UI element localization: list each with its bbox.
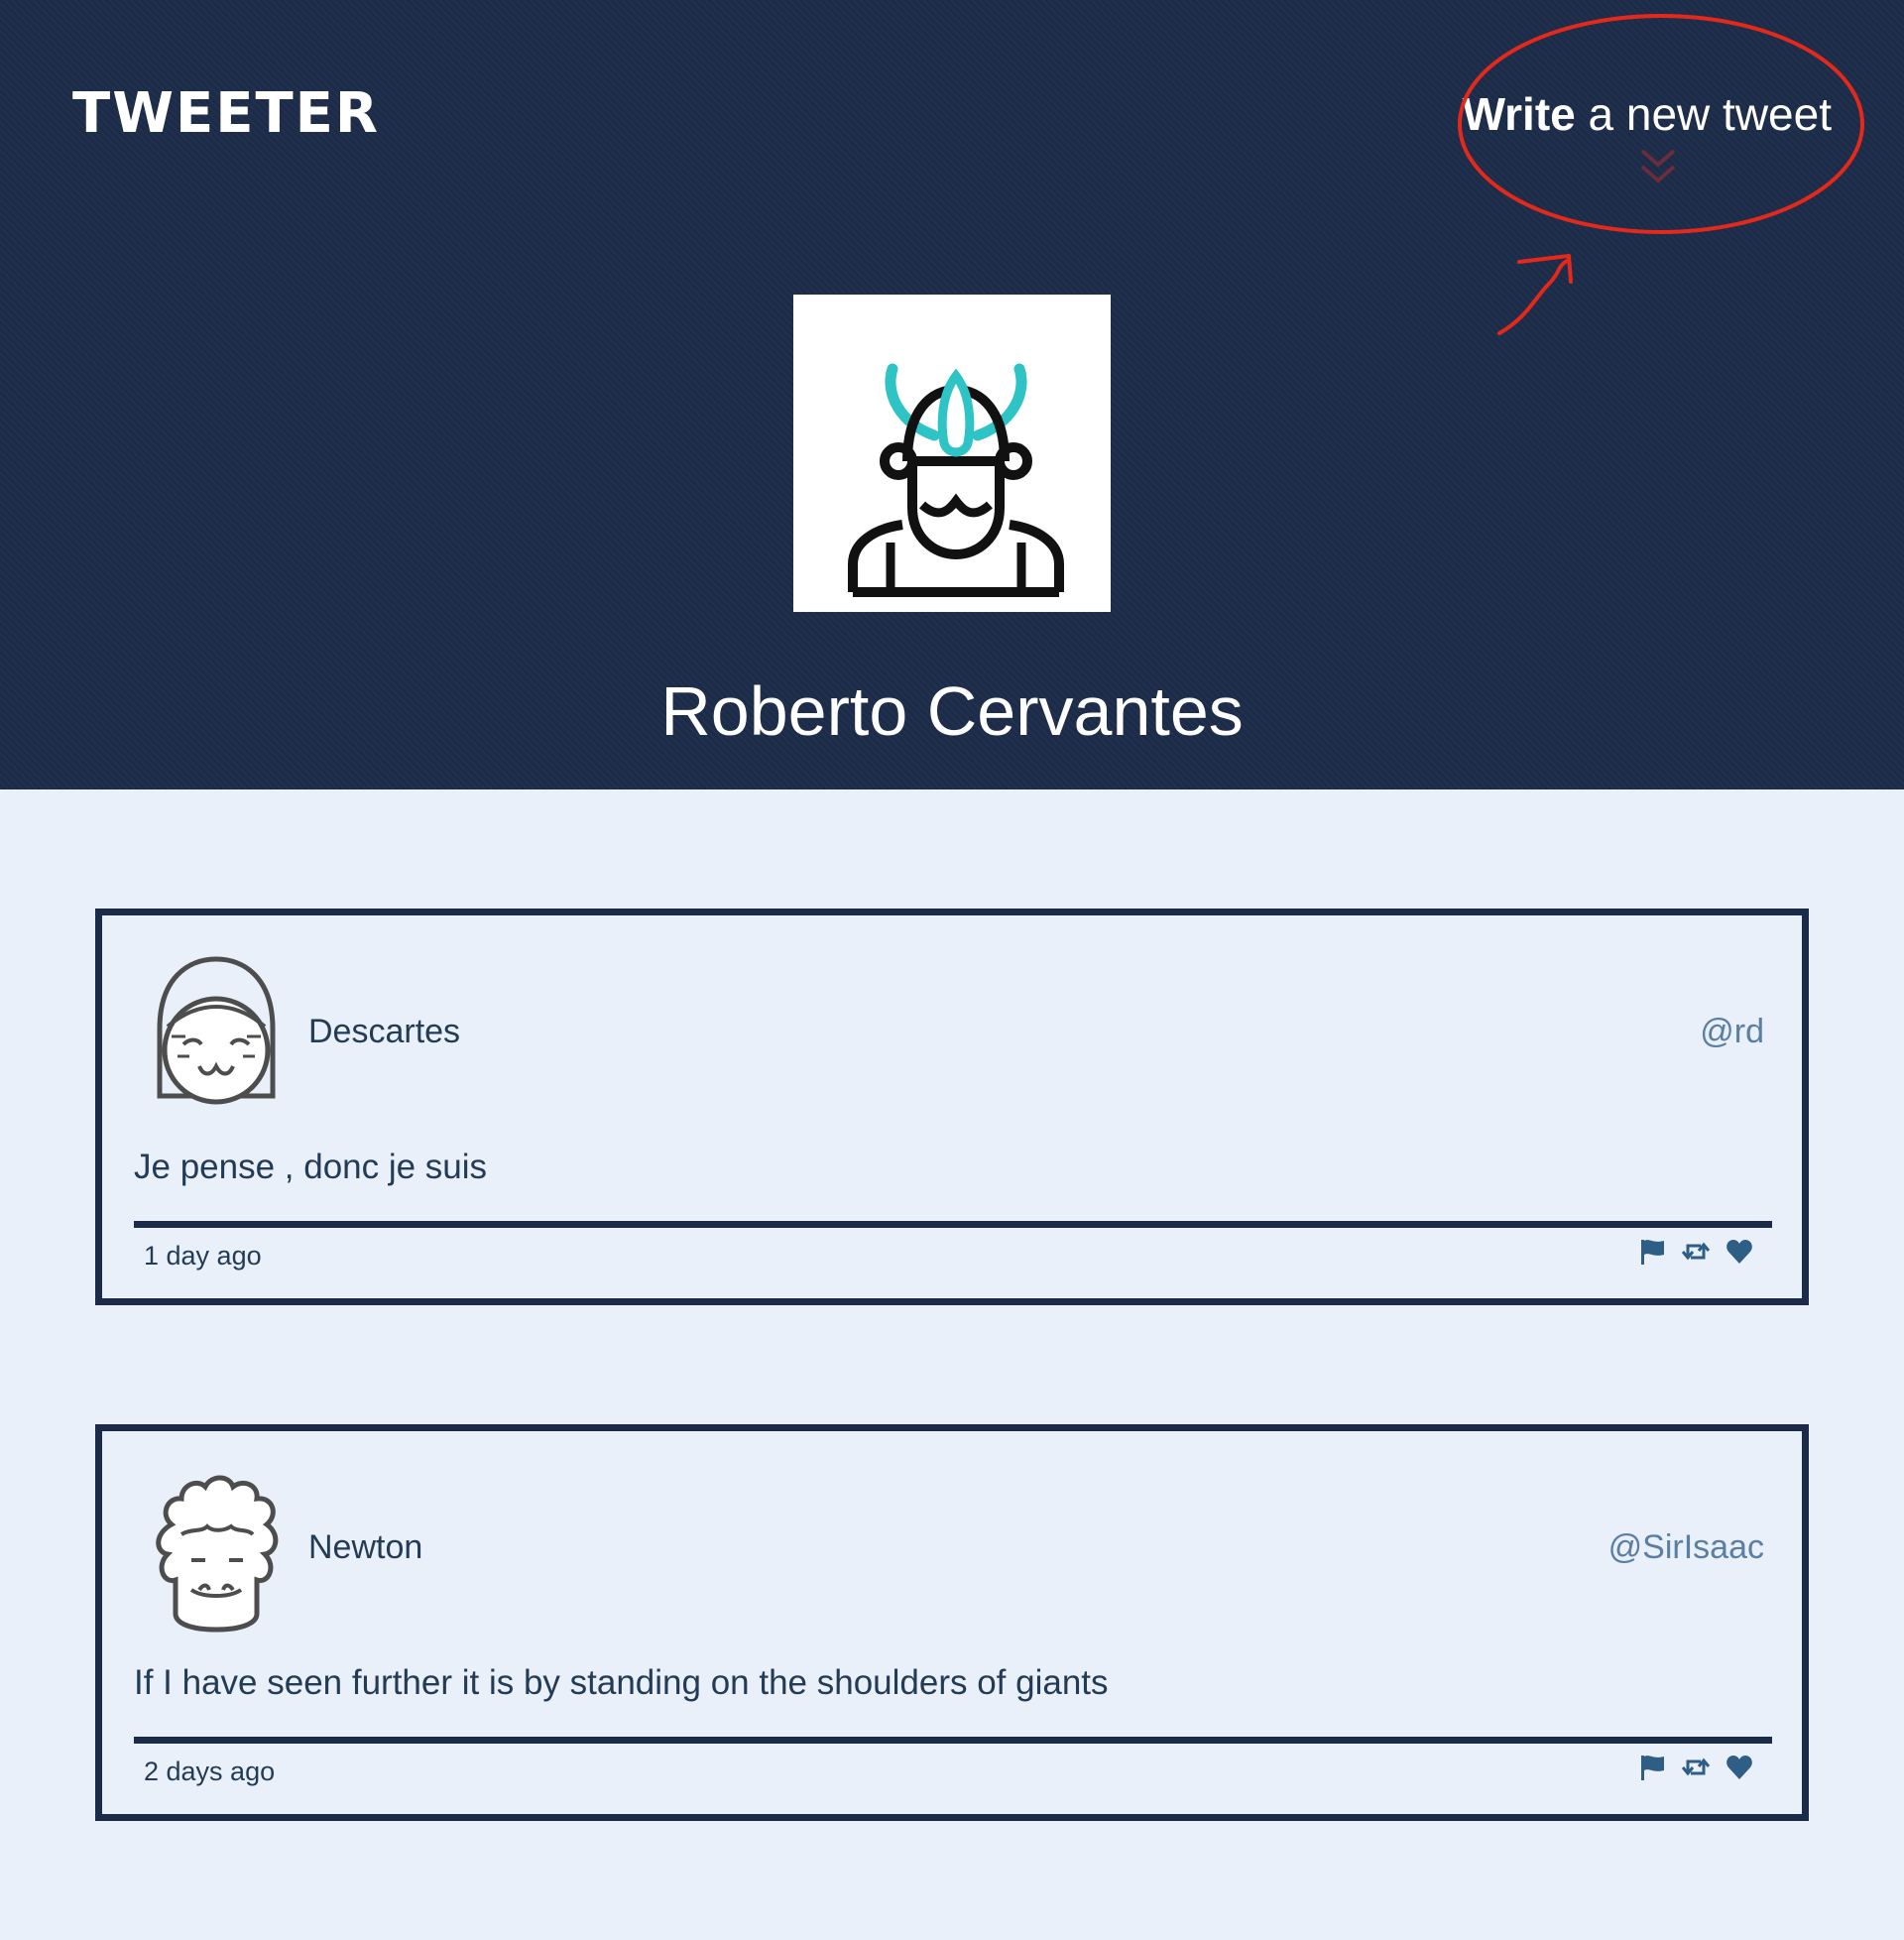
compose-label-bold: Write	[1462, 88, 1576, 140]
tweet-author-avatar[interactable]	[142, 1465, 291, 1634]
heart-icon[interactable]	[1725, 1237, 1754, 1267]
tweet-timestamp: 2 days ago	[144, 1757, 276, 1786]
brand-logo[interactable]: TWEETER	[72, 81, 380, 146]
tweet-author-name[interactable]: Newton	[308, 1528, 422, 1567]
tweet-card: Newton @SirIsaac If I have seen further …	[95, 1424, 1809, 1821]
curly-hair-face-avatar-icon	[156, 1475, 279, 1633]
tweet-feed: Descartes @rd Je pense , donc je suis 1 …	[95, 909, 1809, 1940]
tweet-text: Je pense , donc je suis	[134, 1148, 488, 1186]
write-new-tweet-button[interactable]: Write a new tweet	[1463, 87, 1832, 141]
flag-icon[interactable]	[1637, 1753, 1667, 1782]
girl-face-avatar-icon	[157, 956, 276, 1105]
tweet-actions	[1637, 1753, 1754, 1782]
profile-avatar	[793, 295, 1111, 612]
tweet-author-handle[interactable]: @SirIsaac	[1608, 1528, 1764, 1567]
tweet-author-name[interactable]: Descartes	[308, 1013, 460, 1051]
retweet-icon[interactable]	[1681, 1237, 1711, 1267]
flag-icon[interactable]	[1637, 1237, 1667, 1267]
tweet-timestamp: 1 day ago	[144, 1241, 262, 1271]
heart-icon[interactable]	[1725, 1753, 1754, 1782]
tweet-actions	[1637, 1237, 1754, 1267]
tweet-text: If I have seen further it is by standing…	[134, 1663, 1109, 1702]
tweet-divider	[134, 1221, 1772, 1228]
tweet-card: Descartes @rd Je pense , donc je suis 1 …	[95, 909, 1809, 1305]
tweet-author-handle[interactable]: @rd	[1700, 1013, 1764, 1051]
tweet-author-avatar[interactable]	[142, 949, 291, 1118]
retweet-icon[interactable]	[1681, 1753, 1711, 1782]
double-chevron-down-icon[interactable]	[1636, 147, 1680, 190]
compose-label-rest: a new tweet	[1575, 88, 1833, 140]
tweet-divider	[134, 1737, 1772, 1744]
profile-header: TWEETER Write a new tweet Roberto Cervan…	[0, 0, 1904, 789]
viking-avatar-icon	[848, 363, 1064, 597]
profile-name: Roberto Cervantes	[660, 672, 1244, 750]
